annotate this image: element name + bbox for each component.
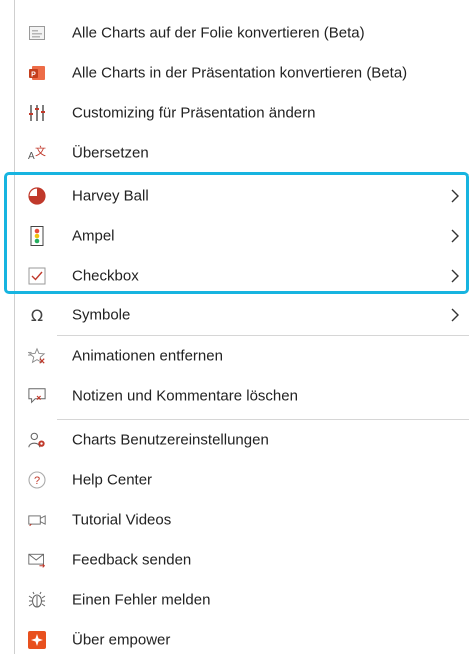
user-settings-icon <box>28 431 46 449</box>
menu-item-feedback[interactable]: Feedback senden <box>15 540 469 580</box>
checkbox-icon <box>28 267 46 285</box>
video-icon <box>28 511 46 529</box>
svg-text:A: A <box>28 151 35 162</box>
powerpoint-icon: P <box>28 64 46 82</box>
menu-item-remove-animations[interactable]: Animationen entfernen <box>15 336 469 376</box>
menu-item-label: Ampel <box>72 227 115 245</box>
help-icon: ? <box>28 471 46 489</box>
menu-item-harvey-ball[interactable]: Harvey Ball <box>15 176 469 216</box>
omega-icon: Ω <box>28 306 46 324</box>
svg-text:P: P <box>31 72 36 79</box>
menu-item-user-settings[interactable]: Charts Benutzereinstellungen <box>15 420 469 460</box>
translate-icon: A 文 <box>28 144 46 162</box>
menu-item-about-empower[interactable]: Über empower <box>15 620 469 660</box>
menu-item-label: Customizing für Präsentation ändern <box>72 104 316 122</box>
menu-item-label: Über empower <box>72 631 171 649</box>
menu-item-label: Notizen und Kommentare löschen <box>72 387 298 405</box>
harvey-ball-icon <box>28 187 46 205</box>
menu-item-tutorial-videos[interactable]: Tutorial Videos <box>15 500 469 540</box>
menu-item-label: Harvey Ball <box>72 187 149 205</box>
svg-text:Ω: Ω <box>31 306 43 324</box>
menu-item-customizing[interactable]: Customizing für Präsentation ändern <box>15 93 469 133</box>
menu-item-label: Checkbox <box>72 267 139 285</box>
menu-item-help-center[interactable]: ? Help Center <box>15 460 469 500</box>
delete-comments-icon <box>28 387 46 405</box>
menu-item-delete-notes[interactable]: Notizen und Kommentare löschen <box>15 376 469 416</box>
chevron-right-icon <box>451 229 459 243</box>
menu-item-translate[interactable]: A 文 Übersetzen <box>15 133 469 173</box>
traffic-light-icon <box>28 226 46 246</box>
menu-item-convert-presentation-charts[interactable]: P Alle Charts in der Präsentation konver… <box>15 53 469 93</box>
menu-item-report-bug[interactable]: Einen Fehler melden <box>15 580 469 620</box>
slide-chart-icon <box>28 24 46 42</box>
menu-item-checkbox[interactable]: Checkbox <box>15 256 469 296</box>
menu-item-label: Alle Charts auf der Folie konvertieren (… <box>72 24 365 42</box>
menu-item-label: Tutorial Videos <box>72 511 172 529</box>
chevron-right-icon <box>451 189 459 203</box>
remove-animation-icon <box>28 347 46 365</box>
menu-item-label: Animationen entfernen <box>72 347 223 365</box>
menu-item-ampel[interactable]: Ampel <box>15 216 469 256</box>
context-menu: Alle Charts auf der Folie konvertieren (… <box>14 0 469 654</box>
sliders-icon <box>28 104 46 122</box>
menu-item-convert-slide-charts[interactable]: Alle Charts auf der Folie konvertieren (… <box>15 13 469 53</box>
menu-item-label: Symbole <box>72 306 131 324</box>
menu-item-label: Help Center <box>72 471 153 489</box>
mail-icon <box>28 551 46 569</box>
menu-item-label: Übersetzen <box>72 144 149 162</box>
bug-icon <box>28 591 46 609</box>
menu-item-symbole[interactable]: Ω Symbole <box>15 295 469 335</box>
menu-item-label: Einen Fehler melden <box>72 591 211 609</box>
chevron-right-icon <box>451 269 459 283</box>
chevron-right-icon <box>451 308 459 322</box>
empower-logo-icon <box>28 631 46 649</box>
menu-item-label: Charts Benutzereinstellungen <box>72 431 269 449</box>
menu-separator <box>57 174 469 175</box>
menu-item-label: Alle Charts in der Präsentation konverti… <box>72 64 408 82</box>
menu-item-label: Feedback senden <box>72 551 192 569</box>
svg-text:文: 文 <box>35 144 46 158</box>
svg-text:?: ? <box>34 475 40 487</box>
